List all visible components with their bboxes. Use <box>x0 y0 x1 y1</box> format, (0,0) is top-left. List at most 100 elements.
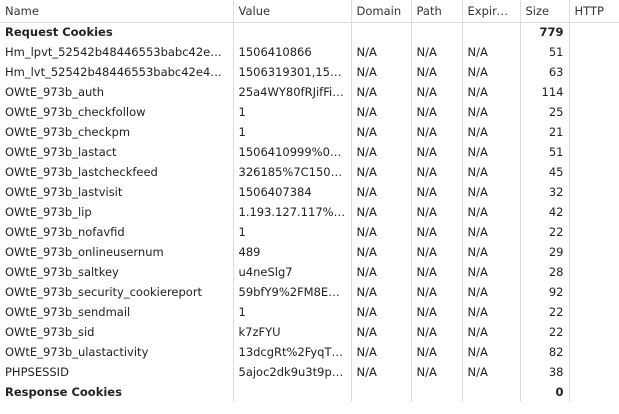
cookie-size: 63 <box>520 62 570 82</box>
cookie-domain: N/A <box>351 302 412 322</box>
table-row[interactable]: OWtE_973b_auth 25a4WY80fRJifFi8... N/A N/A N… <box>0 82 619 102</box>
cookie-domain: N/A <box>351 262 412 282</box>
cookie-value: 1506410999%09h... <box>233 142 352 162</box>
table-row[interactable]: OWtE_973b_sid k7zFYU N/A N/A N/A 22 <box>0 322 619 342</box>
cookie-size: 114 <box>520 82 570 102</box>
cookie-domain: N/A <box>351 142 412 162</box>
cookie-value: 1 <box>233 122 352 142</box>
cookie-expires: N/A <box>462 302 521 322</box>
cookie-http <box>569 82 619 102</box>
cookie-name: OWtE_973b_onlineusernum <box>0 242 234 262</box>
cookie-name: OWtE_973b_ulastactivity <box>0 342 234 362</box>
cookie-expires: N/A <box>462 202 521 222</box>
cookie-expires: N/A <box>462 142 521 162</box>
cookie-http <box>569 262 619 282</box>
cookie-domain: N/A <box>351 62 412 82</box>
cookie-path: N/A <box>411 222 463 242</box>
cookie-expires: N/A <box>462 122 521 142</box>
cookie-path: N/A <box>411 182 463 202</box>
column-header-domain[interactable]: Domain <box>351 0 412 23</box>
cookie-domain: N/A <box>351 242 412 262</box>
table-row[interactable]: OWtE_973b_nofavfid 1 N/A N/A N/A 22 <box>0 222 619 242</box>
cookie-http <box>569 202 619 222</box>
cookie-value: 5ajoc2dk9u3t9pva... <box>233 362 352 382</box>
cookie-path: N/A <box>411 62 463 82</box>
cookie-domain: N/A <box>351 362 412 382</box>
cookie-path: N/A <box>411 362 463 382</box>
section-label: Request Cookies <box>0 22 234 42</box>
cookie-http <box>569 362 619 382</box>
cookie-name: PHPSESSID <box>0 362 234 382</box>
table-header-row: Name Value Domain Path Expires... Size H… <box>0 0 619 23</box>
cookie-size: 51 <box>520 42 570 62</box>
cookie-value: 1506407384 <box>233 182 352 202</box>
cookie-size: 28 <box>520 262 570 282</box>
table-row[interactable]: OWtE_973b_lastcheckfeed 326185%7C15064...… <box>0 162 619 182</box>
cookie-http <box>569 322 619 342</box>
cookie-name: OWtE_973b_checkfollow <box>0 102 234 122</box>
cookie-path: N/A <box>411 162 463 182</box>
cookie-http <box>569 142 619 162</box>
cookie-http <box>569 182 619 202</box>
cookie-domain: N/A <box>351 102 412 122</box>
column-header-http[interactable]: HTTP <box>569 0 619 23</box>
cookie-domain: N/A <box>351 82 412 102</box>
table-row[interactable]: Hm_lvt_52542b48446553babc42e4baae... 1506… <box>0 62 619 82</box>
cookie-value: 59bfY9%2FM8E%2... <box>233 282 352 302</box>
cookie-value: 326185%7C15064... <box>233 162 352 182</box>
table-row[interactable]: OWtE_973b_lastvisit 1506407384 N/A N/A N/A 32 <box>0 182 619 202</box>
cookie-http <box>569 222 619 242</box>
response-cookies-section[interactable]: Response Cookies 0 <box>0 382 619 402</box>
column-header-size[interactable]: Size <box>520 0 570 23</box>
cookies-table: Name Value Domain Path Expires... Size H… <box>0 0 619 402</box>
table-row[interactable]: OWtE_973b_lastact 1506410999%09h... N/A N/A… <box>0 142 619 162</box>
cookie-size: 22 <box>520 222 570 242</box>
table-row[interactable]: PHPSESSID 5ajoc2dk9u3t9pva... N/A N/A N/A 38 <box>0 362 619 382</box>
cookie-expires: N/A <box>462 322 521 342</box>
cookie-value: 489 <box>233 242 352 262</box>
cookie-http <box>569 342 619 362</box>
table-row[interactable]: OWtE_973b_checkfollow 1 N/A N/A N/A 25 <box>0 102 619 122</box>
cookie-name: OWtE_973b_checkpm <box>0 122 234 142</box>
cookie-domain: N/A <box>351 182 412 202</box>
cookie-expires: N/A <box>462 42 521 62</box>
column-header-name[interactable]: Name <box>0 0 234 23</box>
table-row[interactable]: OWtE_973b_lip 1.193.127.117%2C... N/A N/A N/… <box>0 202 619 222</box>
table-row[interactable]: OWtE_973b_checkpm 1 N/A N/A N/A 21 <box>0 122 619 142</box>
cookie-size: 82 <box>520 342 570 362</box>
column-header-path[interactable]: Path <box>411 0 463 23</box>
cookie-name: OWtE_973b_nofavfid <box>0 222 234 242</box>
cookie-http <box>569 302 619 322</box>
cookie-expires: N/A <box>462 82 521 102</box>
cookie-size: 45 <box>520 162 570 182</box>
cookie-name: OWtE_973b_lip <box>0 202 234 222</box>
cookie-http <box>569 42 619 62</box>
cookie-expires: N/A <box>462 62 521 82</box>
cookie-value: 1 <box>233 302 352 322</box>
table-row[interactable]: OWtE_973b_saltkey u4neSlg7 N/A N/A N/A 28 <box>0 262 619 282</box>
cookie-value: 25a4WY80fRJifFi8... <box>233 82 352 102</box>
column-header-value[interactable]: Value <box>233 0 352 23</box>
cookie-name: OWtE_973b_lastvisit <box>0 182 234 202</box>
cookie-path: N/A <box>411 282 463 302</box>
cookie-expires: N/A <box>462 102 521 122</box>
cookie-path: N/A <box>411 242 463 262</box>
request-cookies-section[interactable]: Request Cookies 779 <box>0 22 619 42</box>
cookie-domain: N/A <box>351 282 412 302</box>
cookie-value: 1.193.127.117%2C... <box>233 202 352 222</box>
cookie-expires: N/A <box>462 342 521 362</box>
cookie-name: OWtE_973b_auth <box>0 82 234 102</box>
table-row[interactable]: OWtE_973b_onlineusernum 489 N/A N/A N/A 29 <box>0 242 619 262</box>
cookie-name: OWtE_973b_sid <box>0 322 234 342</box>
table-row[interactable]: OWtE_973b_sendmail 1 N/A N/A N/A 22 <box>0 302 619 322</box>
table-row[interactable]: Hm_lpvt_52542b48446553babc42e4baa... 1506… <box>0 42 619 62</box>
cookie-expires: N/A <box>462 362 521 382</box>
cookie-http <box>569 242 619 262</box>
cookie-domain: N/A <box>351 122 412 142</box>
cookie-value: 13dcgRt%2FyqTF5... <box>233 342 352 362</box>
table-row[interactable]: OWtE_973b_ulastactivity 13dcgRt%2FyqTF5..… <box>0 342 619 362</box>
table-row[interactable]: OWtE_973b_security_cookiereport 59bfY9%2F… <box>0 282 619 302</box>
column-header-expires[interactable]: Expires... <box>462 0 521 23</box>
cookie-http <box>569 62 619 82</box>
cookie-name: OWtE_973b_lastact <box>0 142 234 162</box>
